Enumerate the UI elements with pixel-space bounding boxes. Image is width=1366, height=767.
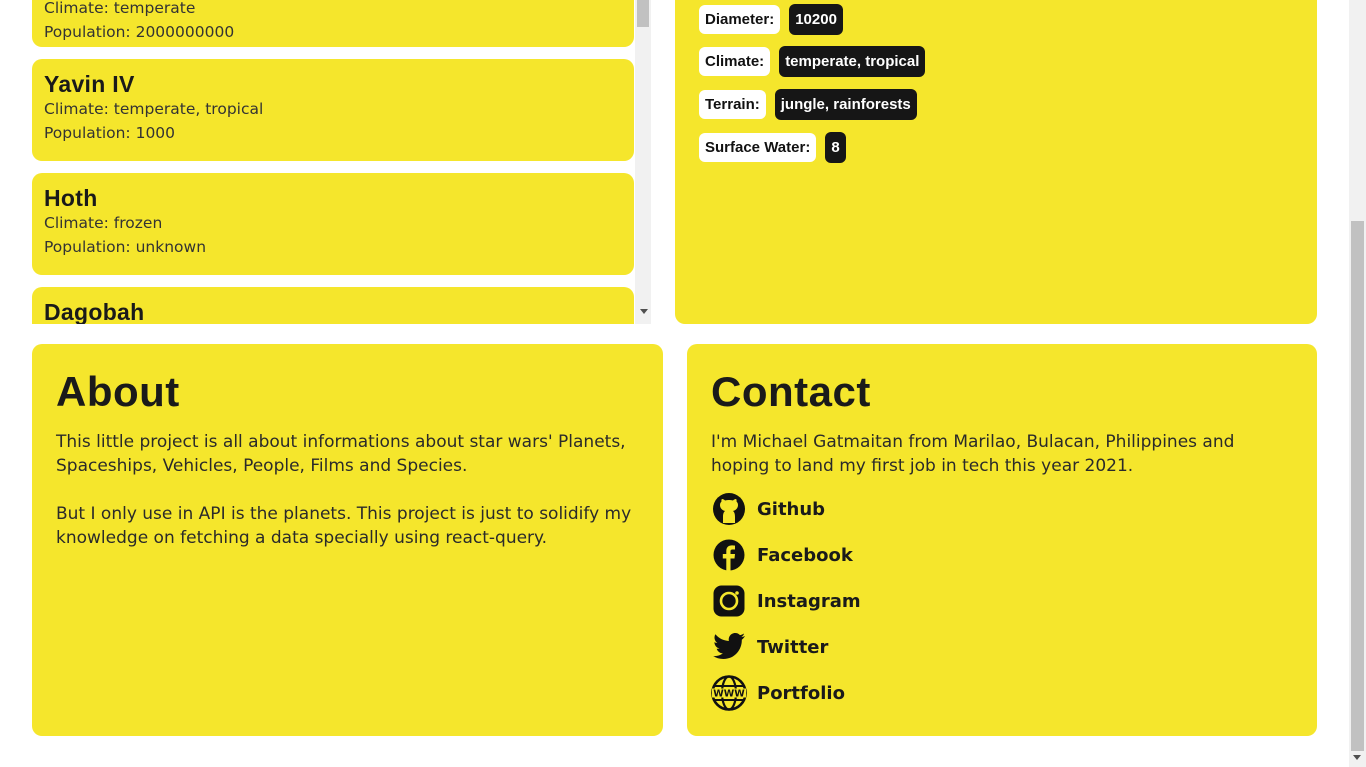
twitter-link[interactable]: Twitter <box>711 629 828 665</box>
twitter-icon <box>711 629 747 665</box>
planet-card[interactable]: Yavin IV Climate: temperate, tropical Po… <box>32 59 634 161</box>
detail-value: temperate, tropical <box>779 46 926 77</box>
detail-label: Surface Water: <box>699 133 817 162</box>
page-scrollbar-thumb[interactable] <box>1351 221 1364 751</box>
svg-text:WWW: WWW <box>713 689 745 700</box>
planet-name: Yavin IV <box>44 71 135 97</box>
detail-row-diameter: Diameter: 10200 <box>699 4 843 35</box>
contact-card: Contact I'm Michael Gatmaitan from Maril… <box>687 344 1317 736</box>
scroll-down-arrow-icon[interactable] <box>640 309 648 314</box>
planet-name: Hoth <box>44 185 98 211</box>
planet-population: Population: unknown <box>44 238 207 256</box>
planet-details-card: Diameter: 10200 Climate: temperate, trop… <box>675 0 1317 324</box>
detail-label: Diameter: <box>699 5 781 34</box>
detail-row-climate: Climate: temperate, tropical <box>699 46 926 77</box>
detail-row-terrain: Terrain: jungle, rainforests <box>699 89 917 120</box>
detail-row-surface-water: Surface Water: 8 <box>699 132 846 163</box>
about-paragraph: This little project is all about informa… <box>56 432 626 476</box>
link-label: Portfolio <box>757 682 845 704</box>
planet-climate: Climate: frozen <box>44 214 163 232</box>
github-link[interactable]: Github <box>711 491 825 527</box>
instagram-link[interactable]: Instagram <box>711 583 861 619</box>
planet-list[interactable]: Climate: temperate Population: 200000000… <box>32 0 652 324</box>
detail-value: jungle, rainforests <box>774 89 917 120</box>
scroll-down-arrow-icon[interactable] <box>1353 755 1361 760</box>
planet-climate: Climate: temperate, tropical <box>44 100 264 118</box>
about-title: About <box>56 368 180 415</box>
about-paragraph: But I only use in API is the planets. Th… <box>56 504 632 548</box>
detail-label: Climate: <box>699 47 771 76</box>
link-label: Instagram <box>757 590 861 612</box>
contact-intro: I'm Michael Gatmaitan from Marilao, Bula… <box>711 432 1235 476</box>
planet-list-scrollbar[interactable] <box>635 0 651 324</box>
scrollbar-thumb[interactable] <box>637 0 649 27</box>
instagram-icon <box>711 583 747 619</box>
planet-card[interactable]: Dagobah <box>32 287 634 324</box>
link-label: Facebook <box>757 544 853 566</box>
facebook-icon <box>711 537 747 573</box>
detail-label: Terrain: <box>699 90 766 119</box>
detail-value: 8 <box>825 132 846 163</box>
facebook-link[interactable]: Facebook <box>711 537 853 573</box>
detail-value: 10200 <box>789 4 843 35</box>
contact-title: Contact <box>711 368 871 415</box>
link-label: Github <box>757 498 826 520</box>
about-card: About This little project is all about i… <box>32 344 663 736</box>
github-icon <box>711 491 747 527</box>
planet-population: Population: 1000 <box>44 124 176 142</box>
portfolio-link[interactable]: WWW Portfolio <box>711 675 845 711</box>
planet-card[interactable]: Hoth Climate: frozen Population: unknown <box>32 173 634 275</box>
planet-climate: Climate: temperate <box>44 0 196 17</box>
planet-population: Population: 2000000000 <box>44 23 235 41</box>
page-scrollbar[interactable] <box>1349 0 1366 767</box>
link-label: Twitter <box>757 636 829 658</box>
planet-card[interactable]: Climate: temperate Population: 200000000… <box>32 0 634 47</box>
www-icon: WWW <box>711 675 747 711</box>
planet-name: Dagobah <box>44 299 145 324</box>
